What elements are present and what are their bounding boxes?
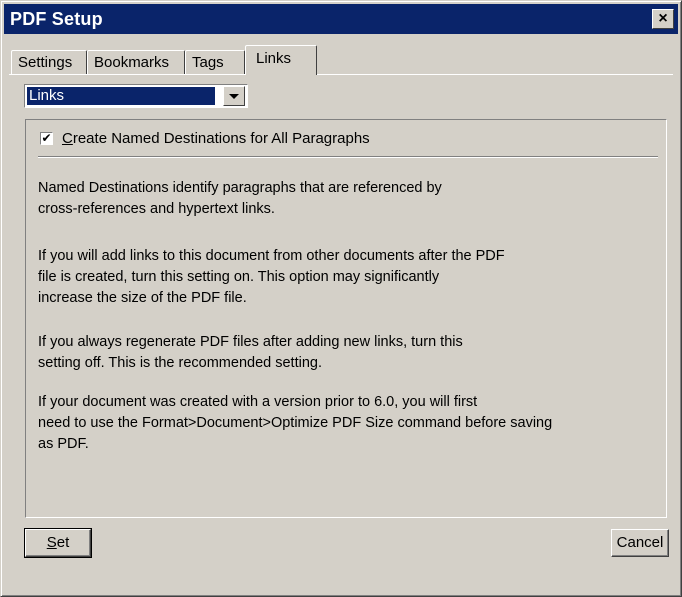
tab-settings[interactable]: Settings <box>11 50 87 74</box>
dropdown-selected-value: Links <box>27 87 215 105</box>
dialog-title: PDF Setup <box>10 9 103 29</box>
help-text-line: If your document was created with a vers… <box>38 394 478 410</box>
set-mnemonic: S <box>46 534 57 551</box>
help-text-line: If you will add links to this document f… <box>38 248 505 264</box>
set-button[interactable]: Set <box>24 528 92 558</box>
tab-strip: Settings Bookmarks Tags Links <box>9 45 669 75</box>
tab-bookmarks-label: Bookmarks <box>94 54 170 71</box>
tab-settings-label: Settings <box>18 54 73 71</box>
help-text-line: need to use the Format>Document>Optimize… <box>38 415 553 431</box>
chevron-down-icon[interactable] <box>223 86 245 106</box>
help-text-line: Named Destinations identify paragraphs t… <box>38 180 442 196</box>
help-text-line: setting off. This is the recommended set… <box>38 355 322 371</box>
title-bar[interactable]: PDF Setup × <box>4 4 678 34</box>
separator-line <box>38 156 658 158</box>
links-settings-panel: ✔ Create Named Destinations for All Para… <box>25 119 667 518</box>
close-icon: × <box>658 10 668 27</box>
pdf-setup-dialog: PDF Setup × Settings Bookmarks Tags Link… <box>0 0 682 597</box>
close-button[interactable]: × <box>652 9 674 29</box>
tab-tags[interactable]: Tags <box>185 50 245 74</box>
help-text-line: as PDF. <box>38 436 89 452</box>
help-text-line: file is created, turn this setting on. T… <box>38 269 440 285</box>
named-destinations-checkbox[interactable]: ✔ <box>40 132 53 145</box>
checkbox-label-text: reate Named Destinations for All Paragra… <box>72 130 370 147</box>
tab-links-label: Links <box>256 50 292 67</box>
help-paragraph-1: Named Destinations identify paragraphs t… <box>38 178 648 220</box>
cancel-button[interactable]: Cancel <box>611 529 669 557</box>
tab-tags-label: Tags <box>192 54 224 71</box>
tab-divider <box>9 74 673 75</box>
help-text-line: increase the size of the PDF file. <box>38 290 247 306</box>
help-paragraph-3: If you always regenerate PDF files after… <box>38 332 648 374</box>
section-dropdown[interactable]: Links <box>24 84 248 108</box>
help-paragraph-2: If you will add links to this document f… <box>38 246 648 309</box>
help-text-line: If you always regenerate PDF files after… <box>38 334 463 350</box>
set-label: et <box>56 534 70 551</box>
checkbox-mnemonic: C <box>62 130 73 147</box>
help-text-line: cross-references and hypertext links. <box>38 201 275 217</box>
tab-links[interactable]: Links <box>245 45 317 75</box>
help-paragraph-4: If your document was created with a vers… <box>38 392 648 455</box>
named-destinations-label[interactable]: Create Named Destinations for All Paragr… <box>62 130 370 147</box>
tab-bookmarks[interactable]: Bookmarks <box>87 50 185 74</box>
